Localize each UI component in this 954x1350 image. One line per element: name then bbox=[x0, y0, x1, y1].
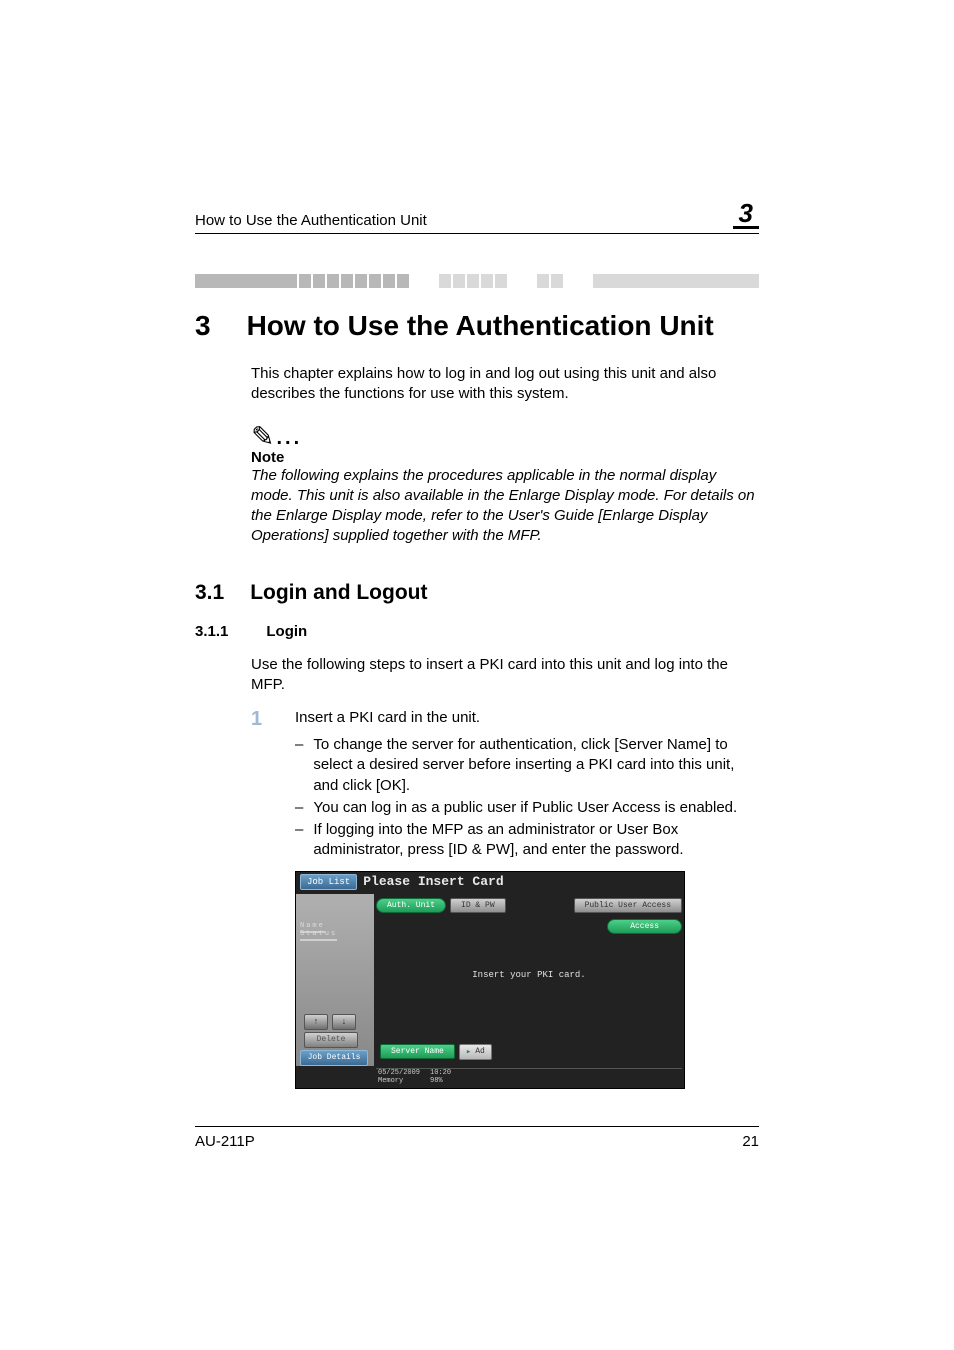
job-sidebar: Name Status ↑ ↓ Delete Job Details bbox=[296, 894, 374, 1066]
access-button[interactable]: Access bbox=[607, 919, 682, 934]
footer-memory-value: 98% bbox=[430, 1078, 451, 1085]
page-footer: AU-211P 21 bbox=[195, 1126, 759, 1150]
section-number: 3.1 bbox=[195, 581, 224, 605]
list-item: –If logging into the MFP as an administr… bbox=[295, 820, 759, 861]
chapter-number: 3 bbox=[195, 310, 211, 342]
id-pw-tab[interactable]: ID & PW bbox=[450, 898, 506, 913]
footer-memory-label: Memory bbox=[378, 1078, 420, 1085]
server-name-field[interactable]: ▸ Ad bbox=[459, 1044, 492, 1060]
list-item: –You can log in as a public user if Publ… bbox=[295, 798, 759, 818]
step-1-sublist: –To change the server for authentication… bbox=[295, 735, 759, 861]
job-list-button[interactable]: Job List bbox=[300, 874, 357, 890]
screen-title: Please Insert Card bbox=[363, 874, 503, 889]
section-title: Login and Logout bbox=[250, 581, 427, 605]
server-name-value: Ad bbox=[475, 1047, 485, 1056]
section-heading: 3.1 Login and Logout bbox=[195, 581, 759, 605]
server-name-button[interactable]: Server Name bbox=[380, 1044, 455, 1059]
mfp-login-screenshot: Job List Please Insert Card Name Status … bbox=[295, 871, 685, 1089]
chapter-title: 3 How to Use the Authentication Unit bbox=[195, 310, 759, 342]
dropdown-icon: ▸ bbox=[466, 1047, 471, 1057]
intro-paragraph: This chapter explains how to log in and … bbox=[251, 364, 759, 405]
footer-model: AU-211P bbox=[195, 1133, 255, 1150]
step-1: 1 Insert a PKI card in the unit. bbox=[251, 709, 759, 729]
running-header: How to Use the Authentication Unit 3 bbox=[195, 200, 759, 234]
delete-button[interactable]: Delete bbox=[304, 1032, 358, 1048]
screen-footer: 05/25/2009 Memory 10:20 98% bbox=[376, 1068, 682, 1087]
insert-card-message: Insert your PKI card. bbox=[376, 970, 682, 980]
step-number: 1 bbox=[251, 709, 267, 729]
decorative-bar bbox=[195, 274, 759, 288]
subsection-heading: 3.1.1 Login bbox=[195, 623, 759, 640]
subsection-title: Login bbox=[266, 623, 307, 640]
subsection-number: 3.1.1 bbox=[195, 623, 228, 640]
list-item: –To change the server for authentication… bbox=[295, 735, 759, 796]
scroll-down-button[interactable]: ↓ bbox=[332, 1014, 356, 1030]
running-title: How to Use the Authentication Unit bbox=[195, 212, 427, 229]
step-text: Insert a PKI card in the unit. bbox=[295, 709, 480, 729]
footer-page-number: 21 bbox=[742, 1133, 759, 1150]
scroll-up-button[interactable]: ↑ bbox=[304, 1014, 328, 1030]
note-text: The following explains the procedures ap… bbox=[251, 466, 759, 547]
footer-date: 05/25/2009 bbox=[378, 1070, 420, 1077]
note-icon: ✎... bbox=[251, 423, 759, 451]
footer-time: 10:20 bbox=[430, 1070, 451, 1077]
chapter-number-badge: 3 bbox=[733, 200, 759, 229]
public-user-access-button[interactable]: Public User Access bbox=[574, 898, 682, 913]
auth-unit-tab[interactable]: Auth. Unit bbox=[376, 898, 446, 913]
note-block: ✎... Note The following explains the pro… bbox=[251, 423, 759, 547]
job-details-button[interactable]: Job Details bbox=[300, 1050, 368, 1066]
note-label: Note bbox=[251, 449, 759, 466]
sidebar-col-status: Status bbox=[300, 930, 337, 941]
login-intro: Use the following steps to insert a PKI … bbox=[251, 655, 759, 696]
chapter-title-text: How to Use the Authentication Unit bbox=[247, 310, 714, 342]
